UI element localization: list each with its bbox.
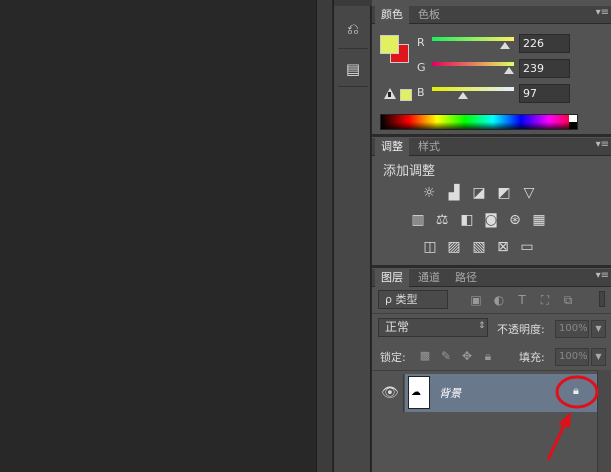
tab-styles[interactable]: 样式 xyxy=(412,138,446,156)
warning-mark xyxy=(388,92,391,97)
layer-thumbnail[interactable]: ☁ xyxy=(408,376,430,409)
lock-pixels-icon[interactable]: ✎ xyxy=(438,348,454,364)
opacity-label: 不透明度: xyxy=(497,323,545,336)
red-slider-track[interactable] xyxy=(432,37,514,41)
green-slider-thumb[interactable] xyxy=(503,67,514,74)
layers-panel-tabs: 图层 通道 路径 ▾≡ xyxy=(372,269,611,287)
chevron-down-icon[interactable]: ▼ xyxy=(591,348,606,366)
tab-adjustments[interactable]: 调整 xyxy=(375,138,409,156)
layer-row[interactable]: 👁︎ ☁ 背景 🔒︎ xyxy=(372,374,597,412)
dock-grip[interactable] xyxy=(334,0,372,6)
blue-slider-thumb[interactable] xyxy=(458,92,469,99)
blend-mode-dropdown[interactable]: 正常 xyxy=(378,318,488,337)
chevron-down-icon[interactable]: ▼ xyxy=(591,320,606,338)
color-balance-icon[interactable]: ⚖ xyxy=(433,212,451,228)
lock-all-icon[interactable]: 🔒︎ xyxy=(480,348,496,364)
layer-row-selected-bg: ☁ 背景 🔒︎ xyxy=(405,374,597,412)
layer-name[interactable]: 背景 xyxy=(439,385,461,401)
lock-position-icon[interactable]: ✥ xyxy=(459,348,475,364)
history-icon[interactable]: ⎌ xyxy=(342,18,364,40)
vibrance-icon[interactable]: ▽ xyxy=(520,185,538,201)
divider xyxy=(372,313,611,314)
color-lookup-icon[interactable]: ▦ xyxy=(530,212,548,228)
tab-swatches[interactable]: 色板 xyxy=(412,6,446,24)
visibility-cell[interactable]: 👁︎ xyxy=(372,374,404,412)
canvas-scrollbar[interactable] xyxy=(316,0,332,472)
selective-color-icon[interactable]: ⊠ xyxy=(494,239,512,255)
thumbnail-sketch: ☁ xyxy=(411,387,421,398)
exposure-icon[interactable]: ◩ xyxy=(495,185,513,201)
color-ramp[interactable] xyxy=(380,114,578,130)
eye-icon[interactable]: 👁︎ xyxy=(381,385,399,401)
tab-channels[interactable]: 通道 xyxy=(412,269,446,287)
gamut-swatch[interactable] xyxy=(400,89,412,101)
channel-label-b: B xyxy=(417,86,425,99)
color-panel-tabs: 颜色 色板 ▾≡ xyxy=(372,6,611,24)
chevron-updown-icon: ⇕ xyxy=(478,321,486,331)
layer-filter-dropdown[interactable]: ρ 类型 xyxy=(378,290,448,309)
green-value-field[interactable]: 239 xyxy=(519,59,570,78)
hue-saturation-icon[interactable]: ▥ xyxy=(409,212,427,228)
lock-label: 锁定: xyxy=(380,351,406,364)
lock-transparent-icon[interactable]: ▩ xyxy=(417,348,433,364)
blue-slider-track[interactable] xyxy=(432,87,514,91)
filter-smart-object-icon[interactable]: ⧉ xyxy=(560,292,576,308)
brightness-contrast-icon[interactable]: ☼ xyxy=(420,185,438,201)
blue-value-field[interactable]: 97 xyxy=(519,84,570,103)
panel-menu-icon[interactable]: ▾≡ xyxy=(596,7,609,18)
dock-divider xyxy=(338,48,368,49)
divider xyxy=(372,370,611,371)
red-value-field[interactable]: 226 xyxy=(519,34,570,53)
tab-color[interactable]: 颜色 xyxy=(375,6,409,24)
panel-divider xyxy=(372,134,611,137)
threshold-icon[interactable]: ▧ xyxy=(470,239,488,255)
photo-filter-icon[interactable]: ◙ xyxy=(482,212,500,228)
filter-shape-icon[interactable]: ⛶ xyxy=(537,292,553,308)
filter-pixel-icon[interactable]: ▣ xyxy=(468,292,484,308)
layer-lock-icon[interactable]: 🔒︎ xyxy=(573,384,579,398)
opacity-field[interactable]: 100% xyxy=(555,320,589,338)
foreground-color-swatch[interactable] xyxy=(380,35,399,54)
layers-scrollbar[interactable] xyxy=(597,370,611,472)
panel-menu-icon[interactable]: ▾≡ xyxy=(596,139,609,150)
tab-paths[interactable]: 路径 xyxy=(449,269,483,287)
fill-field[interactable]: 100% xyxy=(555,348,589,366)
properties-icon[interactable]: ▤ xyxy=(342,58,364,80)
tab-layers[interactable]: 图层 xyxy=(375,269,409,287)
channel-label-g: G xyxy=(417,61,426,74)
filter-adjustment-icon[interactable]: ◐ xyxy=(491,292,507,308)
curves-icon[interactable]: ◪ xyxy=(470,185,488,201)
dock-divider xyxy=(338,86,368,87)
panels-column: 颜色 色板 ▾≡ R 226 G 239 B 97 调整 样式 ▾≡ 添加调整 … xyxy=(372,0,611,472)
filter-type-icon[interactable]: T xyxy=(514,292,530,308)
channel-mixer-icon[interactable]: ⊛ xyxy=(506,212,524,228)
fill-label: 填充: xyxy=(519,351,545,364)
filter-toggle[interactable] xyxy=(599,291,605,307)
panel-menu-icon[interactable]: ▾≡ xyxy=(596,270,609,281)
invert-icon[interactable]: ◫ xyxy=(421,239,439,255)
panel-divider xyxy=(372,265,611,268)
add-adjustment-heading: 添加调整 xyxy=(383,164,436,179)
posterize-icon[interactable]: ▨ xyxy=(445,239,463,255)
document-canvas[interactable] xyxy=(0,0,316,472)
levels-icon[interactable]: ▟ xyxy=(445,185,463,201)
black-white-icon[interactable]: ◧ xyxy=(458,212,476,228)
green-slider-track[interactable] xyxy=(432,62,514,66)
collapsed-panel-dock: ⎌ ▤ xyxy=(333,0,372,472)
gradient-map-icon[interactable]: ▭ xyxy=(518,239,536,255)
adjustments-panel-tabs: 调整 样式 ▾≡ xyxy=(372,138,611,156)
channel-label-r: R xyxy=(417,36,425,49)
red-slider-thumb[interactable] xyxy=(499,42,510,49)
